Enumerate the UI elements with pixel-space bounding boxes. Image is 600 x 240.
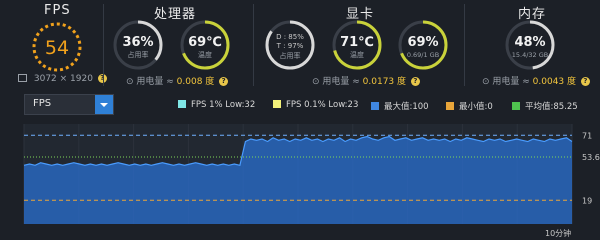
gpu-mem-sub: 0.69/1 GB: [407, 51, 439, 59]
metric-select[interactable]: FPS: [24, 94, 114, 115]
gpu-d-line: D : 85%: [276, 33, 304, 41]
cpu-usage-value: 36%: [122, 35, 153, 50]
gpu-usage-gauge: D : 85% T : 97% 占用率: [265, 20, 315, 70]
monitor-icon: [18, 74, 27, 82]
cpu-power-label: 用电量 ≈: [136, 77, 177, 87]
gpu-mem-gauge: 69% 0.69/1 GB: [398, 20, 448, 70]
gpu-t-line: T : 97%: [276, 42, 304, 50]
fps-resolution-row: 3072 × 1920 ?: [18, 74, 107, 84]
cpu-temp-value: 69℃: [188, 35, 222, 50]
memory-gauge: 48% 15.4/32 GB: [505, 20, 555, 70]
x-axis-label: 10分钟: [545, 228, 571, 238]
chevron-down-icon: [100, 103, 108, 107]
divider: [464, 4, 465, 86]
fps-value: 54: [45, 37, 69, 59]
metric-select-value: FPS: [33, 98, 52, 109]
divider: [103, 4, 104, 86]
cpu-temp-label: 温度: [198, 50, 212, 59]
legend-swatch: [371, 102, 379, 110]
fps-resolution: 3072 × 1920: [33, 74, 93, 84]
legend-item: 最大值:100: [371, 100, 429, 112]
divider: [253, 4, 254, 86]
memory-sub: 15.4/32 GB: [512, 51, 549, 59]
legend-label: 平均值:85.25: [525, 102, 578, 112]
gpu-mem-value: 69%: [407, 35, 438, 50]
legend-swatch: [512, 102, 520, 110]
legend-label: FPS 0.1% Low:23: [286, 100, 359, 110]
legend-item: 平均值:85.25: [512, 100, 578, 112]
help-icon[interactable]: ?: [219, 77, 229, 86]
gpu-temp-value: 71℃: [340, 35, 374, 50]
help-icon[interactable]: ?: [410, 77, 420, 86]
power-icon: ⊙: [126, 77, 137, 87]
gpu-usage-label: 占用率: [280, 51, 301, 60]
legend-label: 最大值:100: [384, 102, 429, 112]
gpu-temp-label: 温度: [350, 50, 364, 59]
memory-value: 48%: [514, 35, 545, 50]
legend-swatch: [178, 100, 186, 108]
cpu-temp-gauge: 69℃ 温度: [180, 20, 230, 70]
legend-item: FPS 1% Low:32: [178, 100, 255, 110]
fps-header: FPS: [44, 3, 71, 18]
cpu-usage-label: 占用率: [128, 50, 149, 59]
legend-swatch: [273, 100, 281, 108]
fps-gauge: 54: [32, 22, 82, 72]
power-icon: ⊙: [482, 77, 493, 87]
help-icon[interactable]: ?: [580, 77, 590, 86]
legend-swatch: [446, 102, 454, 110]
memory-power-row: ⊙ 用电量 ≈ 0.0043 度 ?: [482, 74, 590, 87]
gpu-power-value: 0.0173 度: [362, 77, 407, 87]
reference-label: 71: [582, 131, 592, 140]
legend-label: FPS 1% Low:32: [191, 100, 256, 110]
memory-power-label: 用电量 ≈: [492, 77, 533, 87]
cpu-power-row: ⊙ 用电量 ≈ 0.008 度 ?: [126, 74, 229, 87]
power-icon: ⊙: [312, 77, 323, 87]
fps-chart: 71 53.6 19 10分钟: [23, 124, 600, 238]
cpu-power-value: 0.008 度: [176, 77, 215, 87]
gpu-temp-gauge: 71℃ 温度: [332, 20, 382, 70]
reference-label: 19: [582, 196, 592, 205]
legend-item: 最小值:0: [446, 100, 493, 112]
cpu-usage-gauge: 36% 占用率: [113, 20, 163, 70]
memory-power-value: 0.0043 度: [532, 77, 577, 87]
gpu-power-row: ⊙ 用电量 ≈ 0.0173 度 ?: [312, 74, 420, 87]
legend-item: FPS 0.1% Low:23: [273, 100, 358, 110]
dropdown-button[interactable]: [95, 95, 113, 114]
reference-label: 53.6: [582, 153, 600, 162]
legend-label: 最小值:0: [459, 102, 493, 112]
gpu-power-label: 用电量 ≈: [322, 77, 363, 87]
